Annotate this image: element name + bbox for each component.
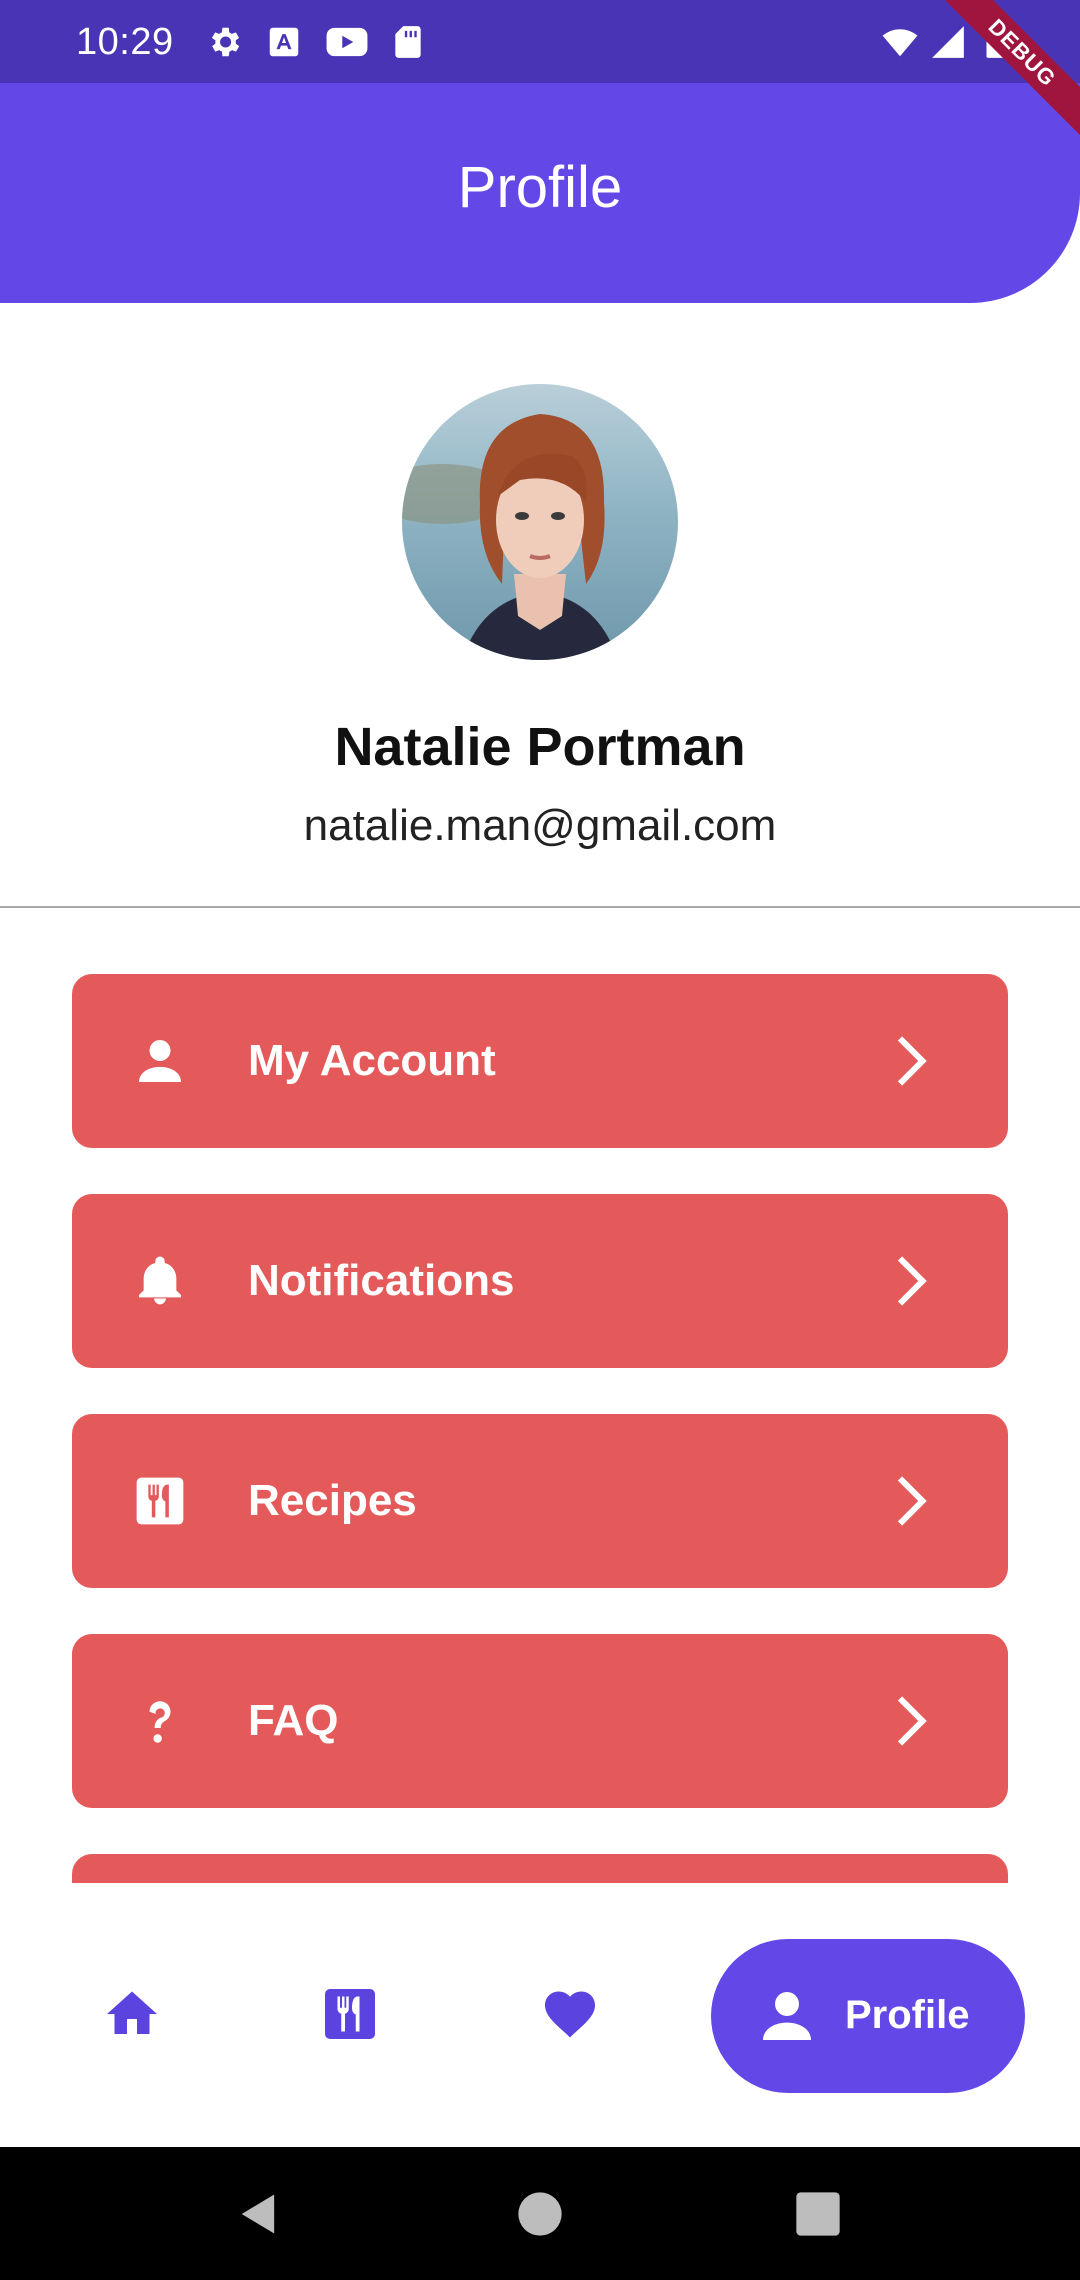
settings-icon [204,22,244,62]
menu-item-partial[interactable] [72,1854,1008,1883]
bottom-navigation: Profile [0,1883,1080,2147]
menu-item-label: My Account [248,1036,496,1085]
back-icon[interactable] [226,2181,292,2247]
app-bar: Profile [0,83,1080,303]
question-icon [130,1691,190,1751]
page-title: Profile [457,155,623,220]
user-email: natalie.man@gmail.com [303,801,777,850]
sd-card-icon [388,22,428,62]
nav-profile-label: Profile [845,1993,970,2037]
restaurant-menu-icon [325,1989,375,2039]
heart-icon [545,1991,595,2038]
person-icon [755,1984,819,2048]
bell-icon [130,1251,190,1311]
signal-icon [928,22,968,62]
home-icon [107,1991,157,2034]
status-time: 10:29 [76,21,174,63]
recents-icon[interactable] [785,2181,851,2247]
font-a-icon [264,22,304,62]
nav-home[interactable] [92,1974,172,2054]
chevron-right-icon [880,1691,940,1751]
youtube-icon [324,22,370,62]
menu-item-recipes[interactable]: Recipes [72,1414,1008,1588]
menu-item-my-account[interactable]: My Account [72,974,1008,1148]
system-navigation-bar [0,2147,1080,2280]
menu-item-notifications[interactable]: Notifications [72,1194,1008,1368]
profile-menu-list[interactable]: My Account Notifications Recipes FAQ [0,907,1080,1883]
user-name: Natalie Portman [334,717,746,777]
menu-item-label: Recipes [248,1476,417,1525]
nav-recipes[interactable] [310,1974,390,2054]
chevron-right-icon [880,1251,940,1311]
person-icon [130,1031,190,1091]
home-circle-icon[interactable] [507,2181,573,2247]
chevron-right-icon [880,1031,940,1091]
menu-item-label: FAQ [248,1696,339,1745]
menu-item-label: Notifications [248,1256,515,1305]
restaurant-menu-icon [130,1471,190,1531]
status-bar: 10:29 [0,0,1080,83]
menu-item-faq[interactable]: FAQ [72,1634,1008,1808]
chevron-right-icon [880,1471,940,1531]
avatar[interactable] [402,384,678,660]
nav-profile[interactable]: Profile [711,1939,1025,2093]
wifi-icon [880,22,920,62]
nav-favorites[interactable] [530,1974,610,2054]
